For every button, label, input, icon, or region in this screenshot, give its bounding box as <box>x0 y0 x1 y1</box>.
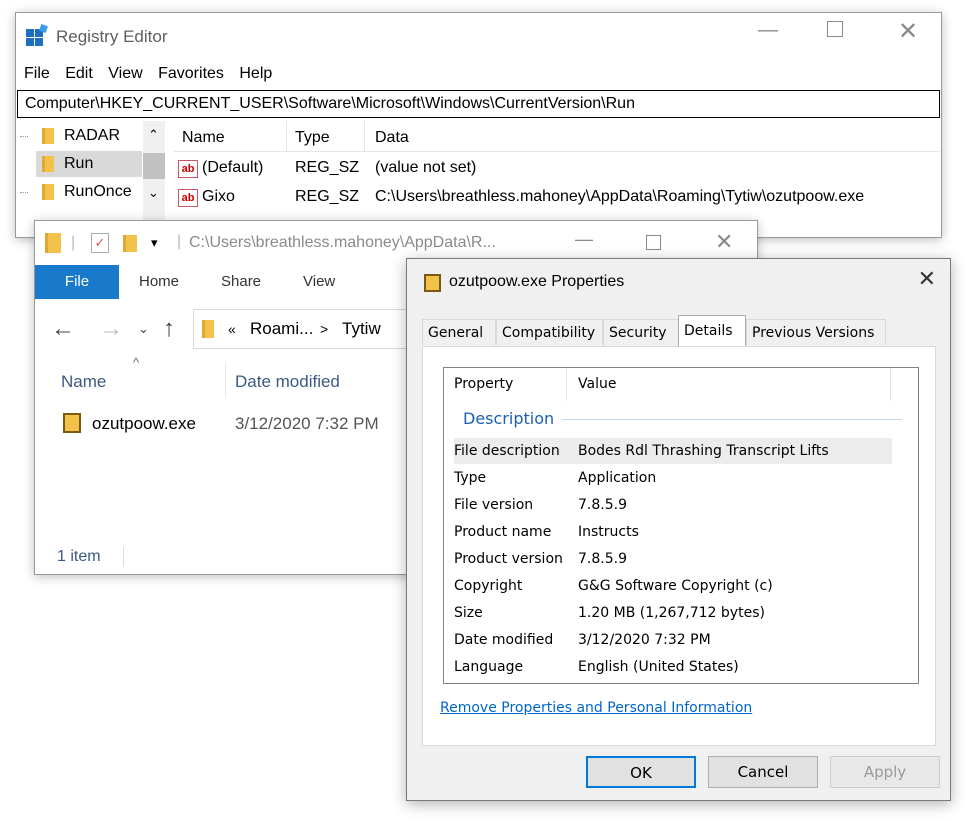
col-data[interactable]: Data <box>375 129 409 147</box>
forward-arrow-icon[interactable]: → <box>99 315 123 343</box>
properties-dialog: ozutpoow.exe Properties ✕ General Compat… <box>406 258 951 801</box>
sort-ascending-icon: ^ <box>133 355 140 370</box>
dialog-title: ozutpoow.exe Properties <box>449 273 625 290</box>
recent-locations-icon[interactable]: ⌄ <box>138 321 149 337</box>
close-icon[interactable]: ✕ <box>918 267 936 292</box>
details-row[interactable]: File version 7.8.5.9 <box>454 492 892 518</box>
col-date-modified[interactable]: Date modified <box>235 372 340 392</box>
details-list-header: Property Value <box>444 368 918 401</box>
address-bar[interactable]: Computer\HKEY_CURRENT_USER\Software\Micr… <box>17 90 940 118</box>
remove-properties-link[interactable]: Remove Properties and Personal Informati… <box>440 700 752 716</box>
chevron-up-icon[interactable]: ⌃ <box>148 127 159 143</box>
string-value-icon: ab <box>178 189 198 207</box>
details-row[interactable]: File description Bodes Rdl Thrashing Tran… <box>454 438 892 464</box>
menu-edit[interactable]: Edit <box>65 65 93 82</box>
registry-editor-window: Registry Editor — ✕ File Edit View Favor… <box>15 12 942 238</box>
minimize-icon[interactable]: — <box>758 19 778 42</box>
tab-compatibility[interactable]: Compatibility <box>496 319 603 345</box>
tree-item-radar[interactable]: RADAR <box>20 123 120 149</box>
chevron-down-icon[interactable]: ⌄ <box>148 185 159 201</box>
menu-file[interactable]: File <box>24 65 50 82</box>
tab-home[interactable]: Home <box>139 265 179 299</box>
tab-share[interactable]: Share <box>221 265 261 299</box>
tab-previous-versions[interactable]: Previous Versions <box>746 319 886 345</box>
tab-details[interactable]: Details <box>678 315 746 346</box>
scroll-thumb[interactable] <box>143 153 165 179</box>
menu-help[interactable]: Help <box>239 65 272 82</box>
details-row[interactable]: Copyright G&G Software Copyright (c) <box>454 573 892 599</box>
table-row[interactable]: ab Gixo REG_SZ C:\Users\breathless.mahon… <box>178 185 938 209</box>
folder-icon <box>202 320 214 338</box>
new-folder-icon[interactable] <box>123 235 137 252</box>
file-row[interactable]: ozutpoow.exe 3/12/2020 7:32 PM <box>61 411 421 441</box>
exe-file-icon <box>63 413 81 433</box>
menu-favorites[interactable]: Favorites <box>158 65 224 82</box>
apply-button[interactable]: Apply <box>830 756 940 788</box>
folder-icon <box>42 128 54 144</box>
up-arrow-icon[interactable]: ↑ <box>163 315 175 343</box>
table-row[interactable]: ab (Default) REG_SZ (value not set) <box>178 156 938 180</box>
details-row[interactable]: Language English (United States) <box>454 654 892 680</box>
col-value[interactable]: Value <box>578 368 616 401</box>
tree-item-runonce[interactable]: RunOnce <box>20 179 132 205</box>
col-property[interactable]: Property <box>454 368 513 401</box>
menu-bar: File Edit View Favorites Help <box>24 65 283 83</box>
breadcrumb-tytiw[interactable]: Tytiw <box>342 310 381 348</box>
breadcrumb-separator[interactable]: > <box>320 310 328 348</box>
close-icon[interactable]: ✕ <box>898 17 918 46</box>
details-row[interactable]: Product name Instructs <box>454 519 892 545</box>
back-arrow-icon[interactable]: ← <box>51 315 75 343</box>
details-row[interactable]: Product version 7.8.5.9 <box>454 546 892 572</box>
folder-icon <box>42 184 54 200</box>
customize-toolbar-icon[interactable]: ▾ <box>151 235 158 251</box>
col-type[interactable]: Type <box>295 129 330 147</box>
breadcrumb-roaming[interactable]: Roami... <box>250 310 313 348</box>
tab-view[interactable]: View <box>303 265 335 299</box>
exe-file-icon <box>424 274 441 292</box>
tab-general[interactable]: General <box>422 319 496 345</box>
details-row[interactable]: Date modified 3/12/2020 7:32 PM <box>454 627 892 653</box>
menu-view[interactable]: View <box>108 65 142 82</box>
col-name[interactable]: Name <box>61 372 106 392</box>
values-header: Name Type Data <box>174 121 940 152</box>
details-row[interactable]: Type Application <box>454 465 892 491</box>
details-row[interactable]: Size 1.20 MB (1,267,712 bytes) <box>454 600 892 626</box>
window-title: C:\Users\breathless.mahoney\AppData\R... <box>189 234 496 251</box>
ok-button[interactable]: OK <box>586 756 696 788</box>
status-bar-count: 1 item <box>57 548 101 565</box>
minimize-icon[interactable]: — <box>575 229 593 250</box>
string-value-icon: ab <box>178 160 198 178</box>
folder-icon <box>42 156 54 172</box>
tab-security[interactable]: Security <box>603 319 680 345</box>
maximize-icon[interactable] <box>646 235 661 250</box>
details-panel: Property Value Description File descript… <box>422 346 936 746</box>
properties-icon[interactable]: ✓ <box>91 233 109 253</box>
folder-icon <box>45 233 61 253</box>
details-list: Property Value Description File descript… <box>443 367 919 684</box>
section-header-description: Description <box>463 409 555 428</box>
cancel-button[interactable]: Cancel <box>708 756 818 788</box>
maximize-icon[interactable] <box>827 21 843 37</box>
registry-editor-icon <box>26 24 48 47</box>
col-name[interactable]: Name <box>182 129 225 147</box>
tab-file[interactable]: File <box>35 265 119 299</box>
window-title: Registry Editor <box>56 27 168 46</box>
tree-item-run[interactable]: Run <box>36 151 142 177</box>
close-icon[interactable]: ✕ <box>715 229 733 255</box>
